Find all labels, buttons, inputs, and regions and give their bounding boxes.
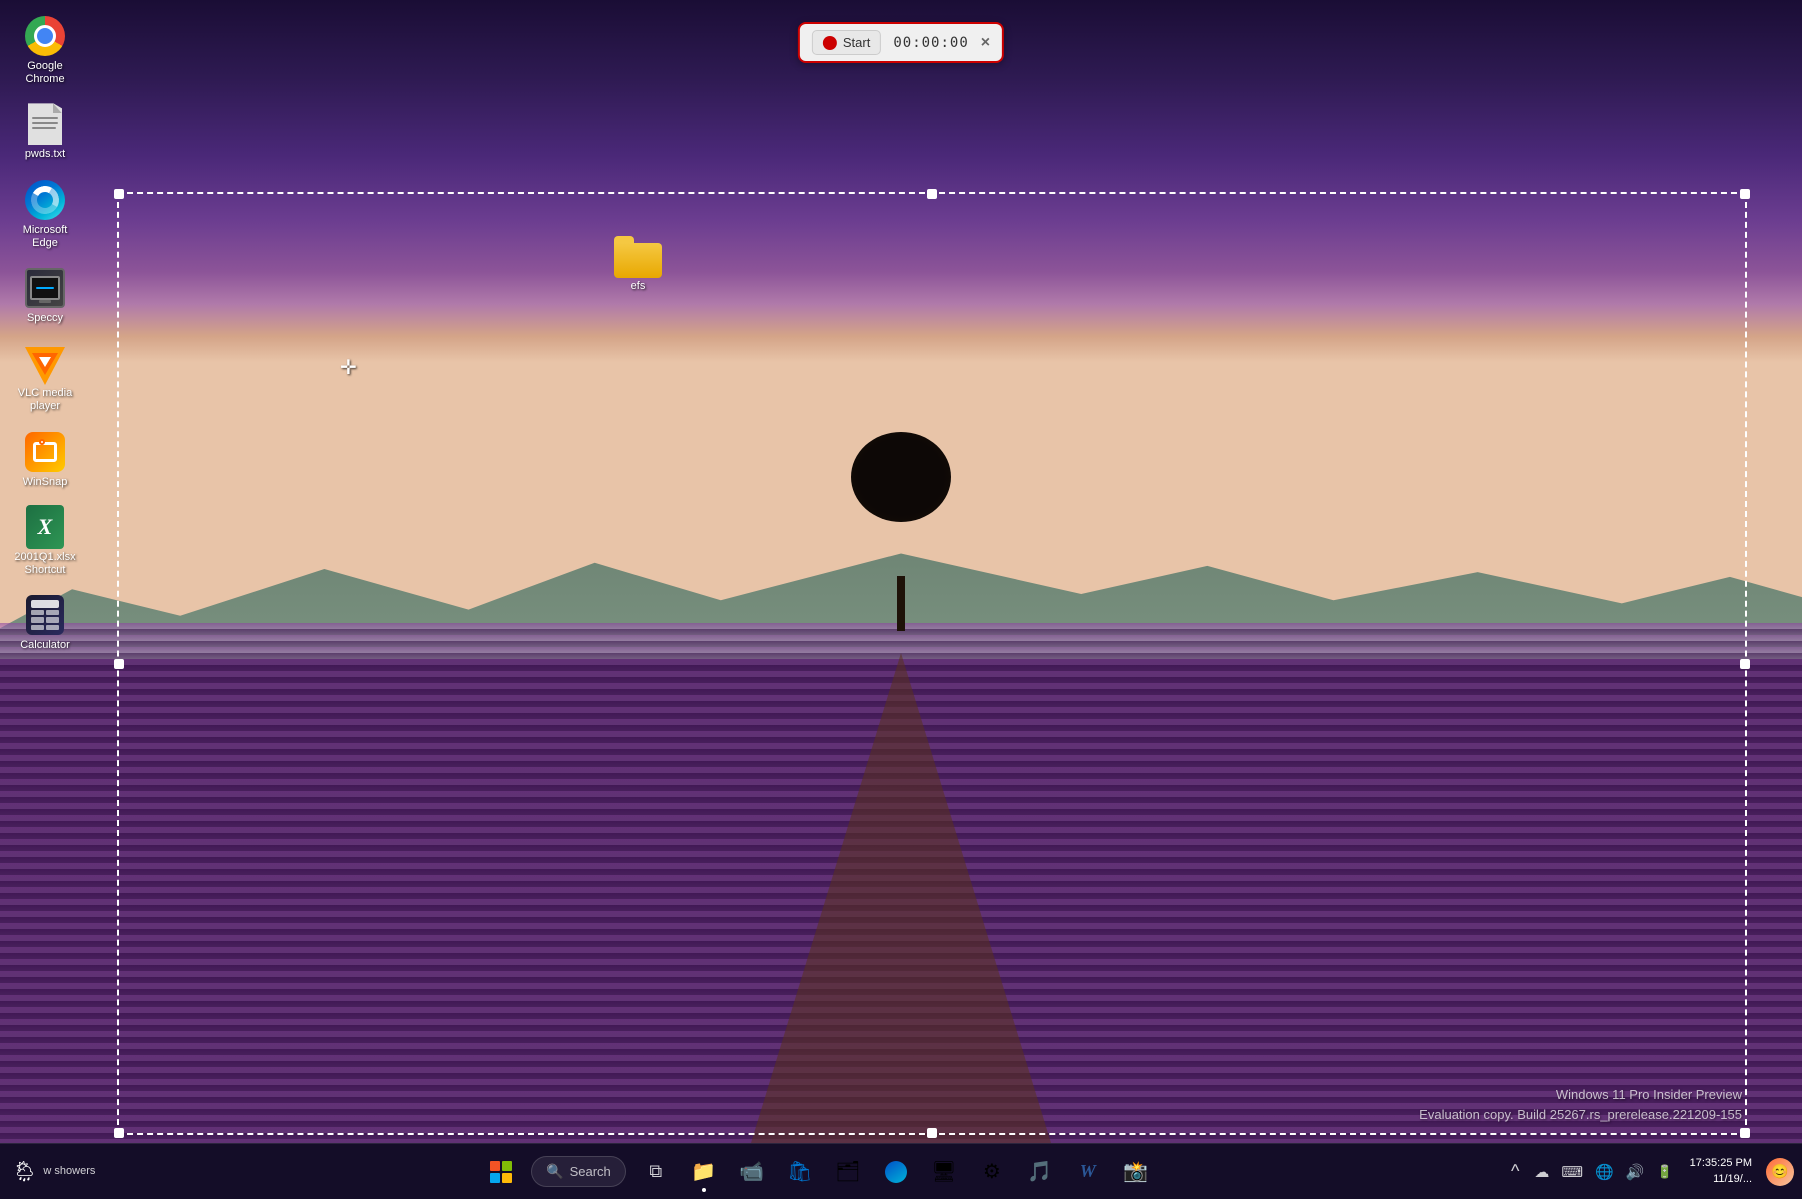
tray-onedrive-icon[interactable]: ☁ xyxy=(1531,1160,1552,1184)
tree-trunk xyxy=(897,576,905,631)
windows-logo-icon xyxy=(490,1161,512,1183)
weather-icon: 🌦 xyxy=(12,1159,37,1184)
excel-icon: X xyxy=(23,505,67,549)
desktop-icon-pwds[interactable]: pwds.txt xyxy=(5,98,85,165)
vlc-label: VLC media player xyxy=(9,387,81,413)
chevron-up-icon: ^ xyxy=(1511,1161,1519,1181)
capture-close-button[interactable]: × xyxy=(981,35,990,51)
settings-icon: ⚙ xyxy=(983,1159,1001,1184)
chrome-icon xyxy=(25,16,65,56)
desktop-icon-vlc[interactable]: VLC media player xyxy=(5,337,85,417)
center-path xyxy=(751,653,1051,1143)
task-view-icon: ⧉ xyxy=(649,1161,662,1182)
search-label: Search xyxy=(570,1164,611,1179)
pwds-label: pwds.txt xyxy=(25,148,65,161)
vlc-icon xyxy=(25,341,65,385)
weather-widget[interactable]: 🌦 w showers xyxy=(0,1159,140,1184)
taskbar: 🌦 w showers 🔍 Search ⧉ 📁 📹 xyxy=(0,1143,1802,1199)
taskbar-settings[interactable]: ⚙ xyxy=(970,1150,1014,1194)
winsnap-label: WinSnap xyxy=(23,476,68,489)
word-icon: W xyxy=(1080,1161,1096,1182)
desktop-icon-edge[interactable]: Microsoft Edge xyxy=(5,174,85,254)
winsnap-tray-icon: 📸 xyxy=(1123,1159,1148,1184)
tree-canopy xyxy=(851,432,951,522)
tray-keyboard-icon[interactable]: ⌨ xyxy=(1558,1160,1586,1184)
tray-user-avatar[interactable]: 😊 xyxy=(1766,1158,1794,1186)
calc-label: Calculator xyxy=(20,639,70,652)
taskbar-remote-desktop[interactable]: 🖥 xyxy=(922,1150,966,1194)
clock-date: 11/19/... xyxy=(1690,1172,1752,1187)
edge-icon xyxy=(23,178,67,222)
move-cursor-indicator: ✛ xyxy=(340,355,357,380)
system-tray: ^ ☁ ⌨ 🌐 🔊 🔋 17:35:25 PM 11/19/... 😊 xyxy=(1497,1156,1802,1187)
calc-icon xyxy=(23,593,67,637)
clock-time: 17:35:25 PM xyxy=(1690,1156,1752,1171)
taskbar-center: 🔍 Search ⧉ 📁 📹 🛍 🗂 🖥 xyxy=(140,1150,1497,1194)
speccy-label: Speccy xyxy=(27,312,63,325)
taskbar-edge[interactable] xyxy=(874,1150,918,1194)
desktop-icon-winsnap[interactable]: WinSnap xyxy=(5,426,85,493)
desktop-icons-container: Google Chrome pwds.txt Microsoft Edge xyxy=(0,0,90,666)
tray-overflow-button[interactable]: ^ xyxy=(1505,1158,1525,1185)
start-label: Start xyxy=(843,35,870,50)
capture-toolbar: Start 00:00:00 × xyxy=(798,22,1004,63)
speccy-icon xyxy=(23,266,67,310)
taskbar-spotify[interactable]: 🎵 xyxy=(1018,1150,1062,1194)
taskbar-store[interactable]: 🛍 xyxy=(778,1150,822,1194)
tray-volume-icon[interactable]: 🔊 xyxy=(1623,1160,1648,1184)
watermark-line2: Evaluation copy. Build 25267.rs_prerelea… xyxy=(1419,1105,1742,1125)
desktop-background xyxy=(0,0,1802,1199)
file-explorer-icon: 📁 xyxy=(691,1159,716,1184)
excel-label: 2001Q1.xlsx Shortcut xyxy=(9,551,81,577)
record-indicator xyxy=(823,36,837,50)
file-manager-icon: 🗂 xyxy=(835,1159,860,1184)
taskbar-winsnap[interactable]: 📸 xyxy=(1114,1150,1158,1194)
teams-icon: 📹 xyxy=(739,1159,764,1184)
taskbar-search-button[interactable]: 🔍 Search xyxy=(531,1156,626,1187)
desktop-icon-excel[interactable]: X 2001Q1.xlsx Shortcut xyxy=(5,501,85,581)
desktop-icon-chrome[interactable]: Google Chrome xyxy=(5,10,85,90)
start-button[interactable] xyxy=(479,1150,523,1194)
file-icon xyxy=(23,102,67,146)
taskbar-teams[interactable]: 📹 xyxy=(730,1150,774,1194)
spotify-icon: 🎵 xyxy=(1027,1159,1052,1184)
desktop-icon-speccy[interactable]: Speccy xyxy=(5,262,85,329)
chrome-label: Google Chrome xyxy=(9,60,81,86)
folder-icon xyxy=(614,238,662,278)
capture-timer: 00:00:00 xyxy=(893,35,968,51)
avatar-icon: 😊 xyxy=(1771,1163,1788,1180)
sky xyxy=(0,0,1802,647)
windows-watermark: Windows 11 Pro Insider Preview Evaluatio… xyxy=(1419,1085,1742,1124)
taskbar-task-view[interactable]: ⧉ xyxy=(634,1150,678,1194)
weather-text: w showers xyxy=(43,1164,95,1178)
taskbar-file-manager[interactable]: 🗂 xyxy=(826,1150,870,1194)
taskbar-file-explorer[interactable]: 📁 xyxy=(682,1150,726,1194)
remote-desktop-icon: 🖥 xyxy=(931,1159,956,1184)
search-icon: 🔍 xyxy=(546,1163,563,1180)
folder-label: efs xyxy=(631,280,646,292)
tray-battery-icon[interactable]: 🔋 xyxy=(1653,1161,1675,1183)
tray-network-icon[interactable]: 🌐 xyxy=(1592,1160,1617,1184)
taskbar-word[interactable]: W xyxy=(1066,1150,1110,1194)
watermark-line1: Windows 11 Pro Insider Preview xyxy=(1419,1085,1742,1105)
tray-clock[interactable]: 17:35:25 PM 11/19/... xyxy=(1682,1156,1760,1187)
edge-taskbar-icon xyxy=(885,1161,907,1183)
edge-label: Microsoft Edge xyxy=(9,224,81,250)
store-icon: 🛍 xyxy=(787,1159,812,1184)
desktop-folder-efs[interactable]: efs xyxy=(614,238,662,292)
winsnap-icon xyxy=(23,430,67,474)
desktop-icon-calculator[interactable]: Calculator xyxy=(5,589,85,656)
capture-start-button[interactable]: Start xyxy=(812,30,881,55)
